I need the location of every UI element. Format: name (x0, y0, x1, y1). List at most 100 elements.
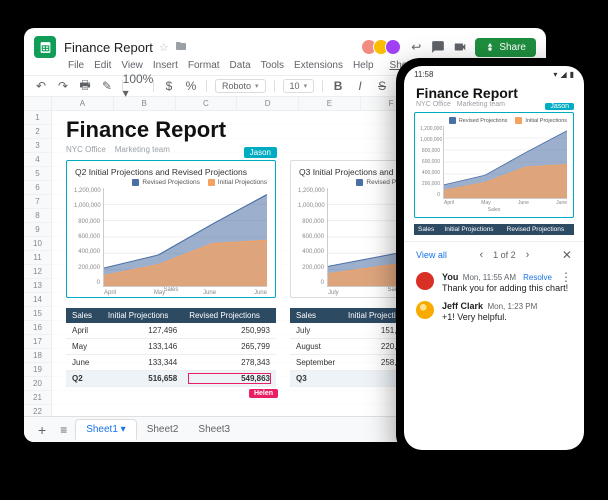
table-row[interactable]: June133,344278,343 (66, 355, 276, 371)
status-bar: 11:58 ▾ ◢ ▮ (404, 66, 584, 83)
print-icon[interactable]: 🖶 (78, 79, 92, 93)
row-header[interactable]: 3 (24, 139, 51, 153)
doc-title[interactable]: Finance Report (64, 40, 153, 55)
menu-extensions[interactable]: Extensions (294, 60, 343, 71)
row-header[interactable]: 14 (24, 293, 51, 307)
row-header[interactable]: 7 (24, 195, 51, 209)
table-row[interactable]: April127,496250,993 (66, 323, 276, 339)
cursor-tag-jason: Jason (545, 103, 574, 110)
row-header[interactable]: 22 (24, 405, 51, 416)
comment[interactable]: You Mon, 11:55 AMResolve⋮Thank you for a… (416, 272, 572, 293)
comment-meta: You Mon, 11:55 AM (442, 272, 516, 282)
table-summary-row[interactable]: Q2516,658549,863 (66, 371, 276, 387)
avatar (416, 301, 434, 319)
share-button[interactable]: Share (475, 38, 536, 57)
signal-icon: ◢ (560, 70, 566, 79)
row-header[interactable]: 4 (24, 153, 51, 167)
row-header[interactable]: 9 (24, 223, 51, 237)
table-q2[interactable]: SalesInitial ProjectionsRevised Projecti… (66, 308, 276, 387)
mobile-subtitle-right: Marketing team (457, 101, 505, 108)
avatar (385, 39, 401, 55)
resolve-button[interactable]: Resolve (523, 273, 552, 282)
row-header[interactable]: 10 (24, 237, 51, 251)
mobile-chart[interactable]: Jason Revised Projections Initial Projec… (414, 112, 574, 218)
row-headers: 12345678910111213141516171819202122 (24, 111, 52, 416)
row-header[interactable]: 1 (24, 111, 51, 125)
row-header[interactable]: 17 (24, 335, 51, 349)
meet-icon[interactable] (453, 40, 467, 54)
row-header[interactable]: 13 (24, 279, 51, 293)
row-header[interactable]: 21 (24, 391, 51, 405)
col-header[interactable]: C (176, 97, 238, 110)
close-comments-button[interactable]: ✕ (562, 248, 572, 262)
legend-entry: Revised Projections (459, 118, 508, 124)
strike-icon[interactable]: S (375, 79, 389, 93)
row-header[interactable]: 18 (24, 349, 51, 363)
row-header[interactable]: 19 (24, 363, 51, 377)
move-folder-icon[interactable] (175, 40, 187, 55)
all-sheets-button[interactable]: ≡ (56, 423, 71, 437)
zoom-dropdown[interactable]: 100% ▾ (131, 79, 145, 93)
row-header[interactable]: 12 (24, 265, 51, 279)
menu-help[interactable]: Help (353, 60, 374, 71)
row-header[interactable]: 2 (24, 125, 51, 139)
comments-list: You Mon, 11:55 AMResolve⋮Thank you for a… (404, 268, 584, 450)
row-header[interactable]: 20 (24, 377, 51, 391)
menu-format[interactable]: Format (188, 60, 220, 71)
next-comment-button[interactable]: › (524, 249, 532, 261)
comment-icon[interactable] (431, 40, 445, 54)
prev-comment-button[interactable]: ‹ (477, 249, 485, 261)
paint-format-icon[interactable]: ✎ (100, 79, 114, 93)
comment-bar: View all ‹ 1 of 2 › ✕ (404, 241, 584, 268)
chart-title: Q2 Initial Projections and Revised Proje… (75, 167, 267, 177)
share-label: Share (499, 42, 526, 53)
chart-legend: Revised Projections Initial Projections (421, 117, 567, 124)
star-icon[interactable]: ☆ (159, 41, 169, 54)
undo-icon[interactable]: ↶ (34, 79, 48, 93)
status-time: 11:58 (414, 70, 433, 79)
redo-icon[interactable]: ↷ (56, 79, 70, 93)
row-header[interactable]: 11 (24, 251, 51, 265)
legend-entry: Revised Projections (142, 179, 199, 186)
view-all-link[interactable]: View all (416, 250, 447, 260)
bold-icon[interactable]: B (331, 79, 345, 93)
select-all-corner[interactable] (24, 97, 52, 110)
chart-q2[interactable]: Jason Q2 Initial Projections and Revised… (66, 160, 276, 298)
row-header[interactable]: 15 (24, 307, 51, 321)
doc-title-block: Finance Report ☆ (64, 40, 187, 55)
add-sheet-button[interactable]: + (32, 422, 52, 438)
row-header[interactable]: 5 (24, 167, 51, 181)
comment[interactable]: Jeff Clark Mon, 1:23 PM+1! Very helpful. (416, 301, 572, 322)
history-icon[interactable]: ↩ (409, 40, 423, 54)
menu-edit[interactable]: Edit (94, 60, 111, 71)
table-header: Revised Projections (183, 308, 276, 323)
currency-icon[interactable]: $ (162, 79, 176, 93)
font-size-select[interactable]: 10 (283, 79, 315, 93)
row-header[interactable]: 16 (24, 321, 51, 335)
menu-data[interactable]: Data (230, 60, 251, 71)
col-header[interactable]: B (114, 97, 176, 110)
col-header[interactable]: D (237, 97, 299, 110)
table-row[interactable]: May133,146265,799 (66, 339, 276, 355)
menu-file[interactable]: File (68, 60, 84, 71)
percent-icon[interactable]: % (184, 79, 198, 93)
col-header[interactable]: A (52, 97, 114, 110)
menu-view[interactable]: View (121, 60, 143, 71)
collaborator-avatars[interactable] (365, 39, 401, 55)
sheet-tab[interactable]: Sheet3 (188, 420, 240, 439)
sheet-tab[interactable]: Sheet2 (137, 420, 189, 439)
table-header: Sales (290, 308, 342, 323)
sheet-tab[interactable]: Sheet1 ▾ (75, 419, 137, 440)
row-header[interactable]: 8 (24, 209, 51, 223)
italic-icon[interactable]: I (353, 79, 367, 93)
col-header[interactable]: E (299, 97, 361, 110)
subtitle-left: NYC Office (66, 145, 106, 154)
chart-plot: 1,200,0001,000,000800,000600,000400,0002… (103, 188, 267, 287)
menu-tools[interactable]: Tools (261, 60, 284, 71)
phone-screen: 11:58 ▾ ◢ ▮ Finance Report NYC Office Ma… (404, 66, 584, 450)
titlebar: Finance Report ☆ ↩ Share (24, 28, 546, 60)
comment-more-icon[interactable]: ⋮ (556, 273, 572, 281)
font-family-select[interactable]: Roboto (215, 79, 266, 93)
row-header[interactable]: 6 (24, 181, 51, 195)
menu-insert[interactable]: Insert (153, 60, 178, 71)
